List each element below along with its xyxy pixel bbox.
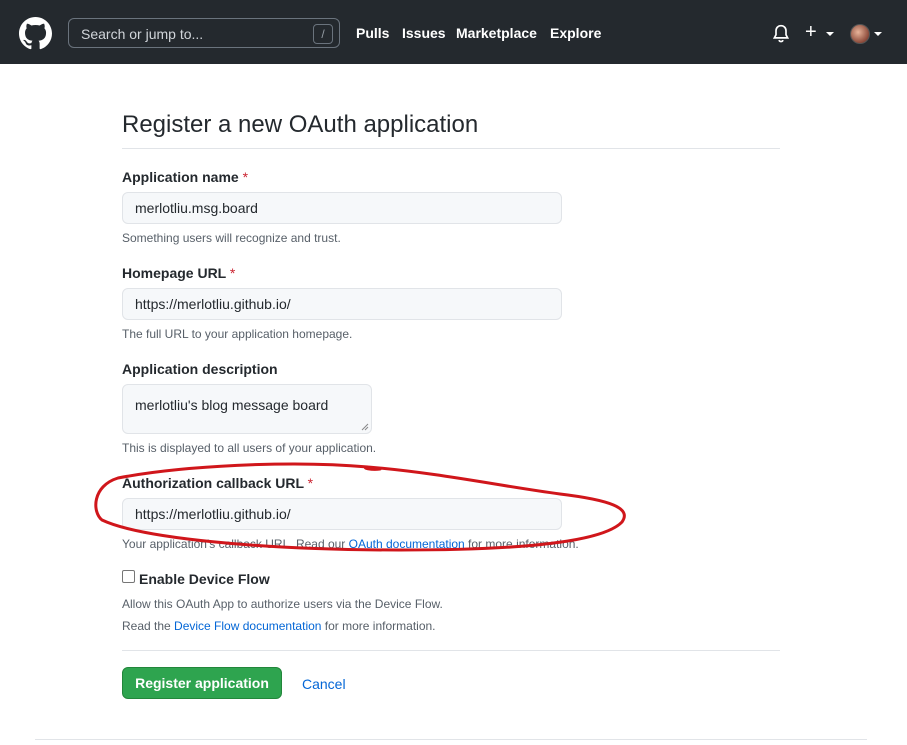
description-textarea[interactable]: merlotliu's blog message board <box>122 384 372 434</box>
homepage-url-field[interactable]: https://merlotliu.github.io/ <box>122 288 562 320</box>
create-new-plus-icon[interactable]: + <box>805 22 817 42</box>
description-label-text: Application description <box>122 361 278 377</box>
app-name-value: merlotliu.msg.board <box>135 200 258 216</box>
resize-handle-icon[interactable] <box>361 423 369 431</box>
avatar-chevron-down-icon[interactable] <box>874 32 882 36</box>
register-application-button[interactable]: Register application <box>122 667 282 699</box>
required-mark: * <box>229 265 236 281</box>
description-label: Application description <box>122 361 278 377</box>
device-flow-doc-note: Read the Device Flow documentation for m… <box>122 619 436 633</box>
required-mark: * <box>307 475 314 491</box>
app-name-label-text: Application name <box>122 169 239 185</box>
form-divider <box>122 650 780 651</box>
create-chevron-down-icon[interactable] <box>826 32 834 36</box>
title-divider <box>122 148 780 149</box>
required-mark: * <box>242 169 249 185</box>
callback-note-pre: Your application's callback URL. Read ou… <box>122 537 349 551</box>
description-value: merlotliu's blog message board <box>135 397 329 413</box>
nav-marketplace[interactable]: Marketplace <box>456 25 537 41</box>
oauth-documentation-link[interactable]: OAuth documentation <box>349 537 465 551</box>
homepage-note: The full URL to your application homepag… <box>122 327 353 341</box>
device-flow-note-post: for more information. <box>321 619 436 633</box>
cancel-link[interactable]: Cancel <box>302 676 346 692</box>
callback-label: Authorization callback URL * <box>122 475 313 491</box>
search-placeholder: Search or jump to... <box>81 26 204 42</box>
page-title: Register a new OAuth application <box>122 111 479 138</box>
app-name-note: Something users will recognize and trust… <box>122 231 341 245</box>
app-name-label: Application name * <box>122 169 248 185</box>
callback-label-text: Authorization callback URL <box>122 475 304 491</box>
device-flow-note-pre: Read the <box>122 619 175 633</box>
homepage-label: Homepage URL * <box>122 265 235 281</box>
nav-pulls[interactable]: Pulls <box>356 25 389 41</box>
enable-device-flow-label[interactable]: Enable Device Flow <box>139 571 270 587</box>
description-note: This is displayed to all users of your a… <box>122 441 377 455</box>
homepage-url-value: https://merlotliu.github.io/ <box>135 296 291 312</box>
notification-bell-icon[interactable] <box>772 24 790 44</box>
callback-note-post: for more information. <box>464 537 579 551</box>
callback-url-value: https://merlotliu.github.io/ <box>135 506 291 522</box>
device-flow-note: Allow this OAuth App to authorize users … <box>122 597 443 611</box>
homepage-label-text: Homepage URL <box>122 265 226 281</box>
github-logo-icon[interactable] <box>19 17 52 50</box>
search-input[interactable]: Search or jump to... / <box>68 18 340 48</box>
app-name-field[interactable]: merlotliu.msg.board <box>122 192 562 224</box>
enable-device-flow-checkbox[interactable] <box>122 570 135 583</box>
nav-explore[interactable]: Explore <box>550 25 601 41</box>
callback-url-field[interactable]: https://merlotliu.github.io/ <box>122 498 562 530</box>
footer-divider <box>35 739 867 740</box>
user-avatar[interactable] <box>850 24 870 44</box>
callback-note: Your application's callback URL. Read ou… <box>122 537 579 551</box>
device-flow-documentation-link[interactable]: Device Flow documentation <box>174 619 321 633</box>
top-navbar: Search or jump to... / Pulls Issues Mark… <box>0 0 907 64</box>
nav-issues[interactable]: Issues <box>402 25 446 41</box>
search-shortcut-key: / <box>313 24 333 44</box>
